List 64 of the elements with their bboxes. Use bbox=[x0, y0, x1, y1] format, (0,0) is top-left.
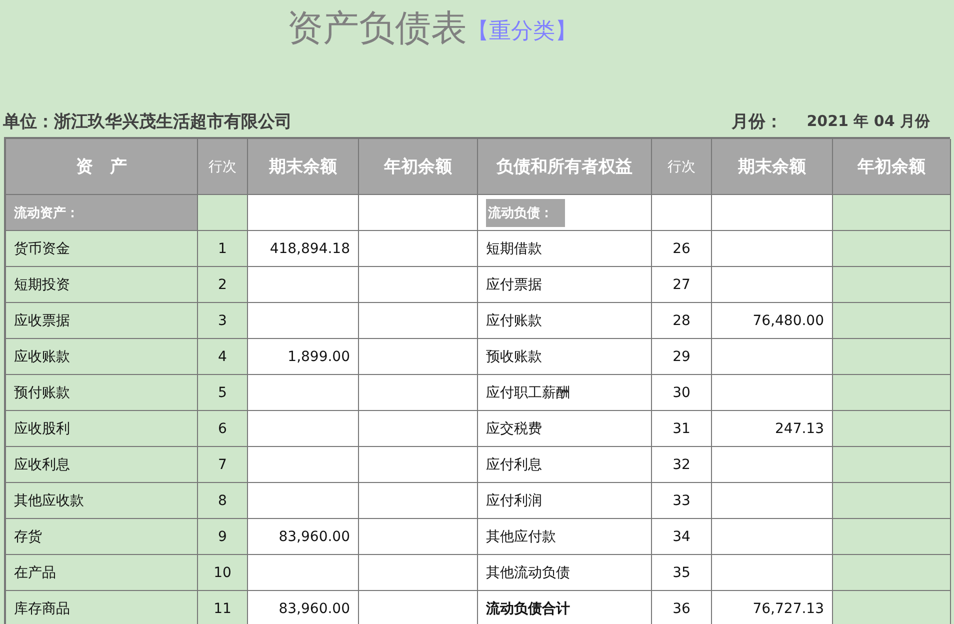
column-header: 负债和所有者权益 bbox=[478, 139, 652, 195]
column-header: 行次 bbox=[652, 139, 712, 195]
table-cell: 其他应付款 bbox=[478, 519, 652, 555]
table-cell: 33 bbox=[652, 483, 712, 519]
table-cell: 83,960.00 bbox=[248, 591, 359, 624]
column-header: 期末余额 bbox=[712, 139, 833, 195]
table-cell: 35 bbox=[652, 555, 712, 591]
column-header: 行次 bbox=[198, 139, 248, 195]
table-cell: 83,960.00 bbox=[248, 519, 359, 555]
table-cell: 其他应收款 bbox=[6, 483, 198, 519]
table-cell: 1 bbox=[198, 231, 248, 267]
table-cell: 32 bbox=[652, 447, 712, 483]
column-header: 年初余额 bbox=[359, 139, 478, 195]
table-cell: 34 bbox=[652, 519, 712, 555]
table-cell: 应收票据 bbox=[6, 303, 198, 339]
report-title: 资产负债表 bbox=[287, 7, 467, 50]
column-header: 资 产 bbox=[6, 139, 198, 195]
month-value: 2021 年 04 月份 bbox=[806, 112, 930, 130]
table-cell: 应付利息 bbox=[478, 447, 652, 483]
table-cell: 9 bbox=[198, 519, 248, 555]
column-header: 期末余额 bbox=[248, 139, 359, 195]
table-cell: 应付账款 bbox=[478, 303, 652, 339]
table-cell: 10 bbox=[198, 555, 248, 591]
report-tag: 【重分类】 bbox=[467, 16, 577, 46]
unit-label: 单位：浙江玖华兴茂生活超市有限公司 bbox=[3, 110, 292, 132]
table-cell: 5 bbox=[198, 375, 248, 411]
table-cell: 28 bbox=[652, 303, 712, 339]
table-cell: 247.13 bbox=[712, 411, 833, 447]
table-cell: 应付利润 bbox=[478, 483, 652, 519]
table-cell: 应交税费 bbox=[478, 411, 652, 447]
table-cell: 预付账款 bbox=[6, 375, 198, 411]
table-cell: 8 bbox=[198, 483, 248, 519]
table-cell: 应收股利 bbox=[6, 411, 198, 447]
table-cell: 31 bbox=[652, 411, 712, 447]
table-cell: 36 bbox=[652, 591, 712, 624]
table-cell: 30 bbox=[652, 375, 712, 411]
table-cell: 存货 bbox=[6, 519, 198, 555]
month-label: 月份： bbox=[732, 110, 783, 132]
table-cell: 1,899.00 bbox=[248, 339, 359, 375]
table-cell: 418,894.18 bbox=[248, 231, 359, 267]
table-cell: 应收账款 bbox=[6, 339, 198, 375]
table-cell: 76,727.13 bbox=[712, 591, 833, 624]
section-label: 流动资产： bbox=[6, 195, 198, 231]
table-cell: 应付职工薪酬 bbox=[478, 375, 652, 411]
table-cell: 4 bbox=[198, 339, 248, 375]
table-cell: 2 bbox=[198, 267, 248, 303]
table-cell: 3 bbox=[198, 303, 248, 339]
table-cell: 应付票据 bbox=[478, 267, 652, 303]
table-cell: 预收账款 bbox=[478, 339, 652, 375]
table-cell: 27 bbox=[652, 267, 712, 303]
table-cell: 26 bbox=[652, 231, 712, 267]
table-cell: 7 bbox=[198, 447, 248, 483]
table-cell: 短期投资 bbox=[6, 267, 198, 303]
table-cell: 29 bbox=[652, 339, 712, 375]
table-cell: 短期借款 bbox=[478, 231, 652, 267]
table-cell: 货币资金 bbox=[6, 231, 198, 267]
table-cell: 在产品 bbox=[6, 555, 198, 591]
section-label: 流动负债： bbox=[486, 198, 565, 226]
table-cell: 应收利息 bbox=[6, 447, 198, 483]
column-header: 年初余额 bbox=[833, 139, 951, 195]
table-cell: 6 bbox=[198, 411, 248, 447]
table-cell: 流动负债合计 bbox=[478, 591, 652, 624]
table-cell: 其他流动负债 bbox=[478, 555, 652, 591]
table-cell: 76,480.00 bbox=[712, 303, 833, 339]
